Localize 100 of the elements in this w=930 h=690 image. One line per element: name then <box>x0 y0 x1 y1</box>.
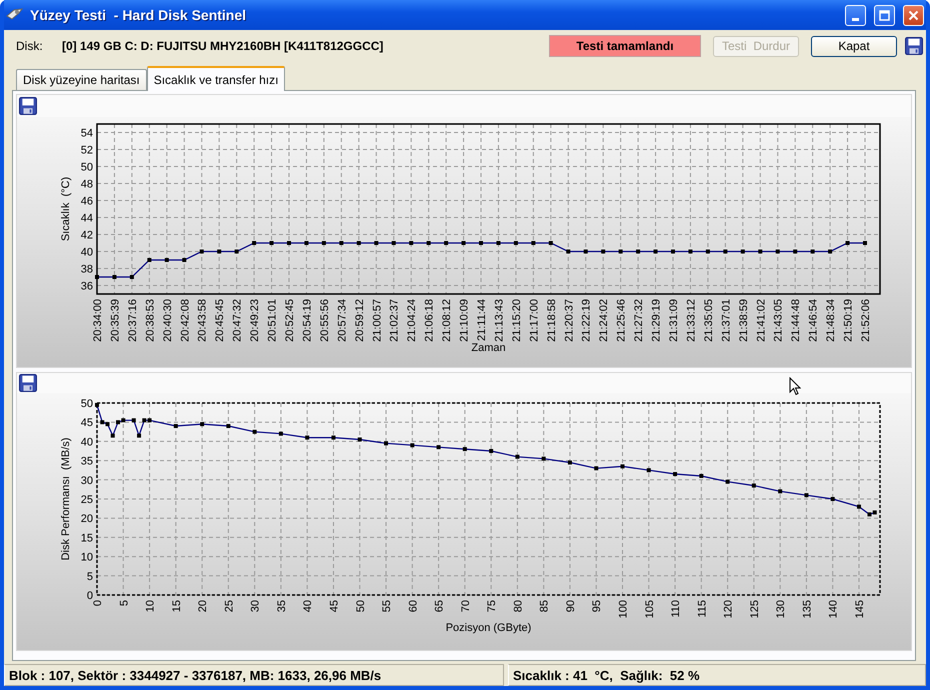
status-text: Blok : 107, Sektör : 3344927 - 3376187, MB: 1633, 26,96 MB/s <box>4 664 504 686</box>
tick-label: 21:37:01 <box>720 299 732 342</box>
tick-label: 21:06:18 <box>424 299 436 342</box>
tick-label: 90 <box>564 600 577 612</box>
tick-label: 30 <box>80 474 93 487</box>
tick-label: 40 <box>80 246 93 258</box>
tick-label: 45 <box>328 600 340 612</box>
disk-name: [0] 149 GB C: D: FUJITSU MHY2160BH [K411T812GGCC] <box>62 39 384 53</box>
tick-label: 5 <box>86 570 93 583</box>
tick-label: 20 <box>197 600 210 612</box>
minimize-button[interactable] <box>845 4 866 26</box>
tick-label: 42 <box>80 230 93 242</box>
tick-label: 21:17:00 <box>528 299 540 342</box>
tick-label: 21:18:58 <box>546 299 558 342</box>
disk-label: Disk: <box>16 39 44 53</box>
tick-label: 21:11:44 <box>476 299 488 342</box>
tick-label: 21:15:20 <box>510 299 523 342</box>
tick-label: 40 <box>80 436 93 448</box>
axis-title: Pozisyon (GByte) <box>446 622 532 634</box>
tick-label: 130 <box>775 600 788 618</box>
tick-label: 70 <box>460 600 472 612</box>
status-text: Sıcaklık : 41 °C, Sağlık: 52 % <box>508 664 926 686</box>
window-title: Yüzey Testi - Hard Disk Sentinel <box>30 7 248 23</box>
tick-label: 25 <box>80 494 93 506</box>
tick-label: 21:02:37 <box>388 299 401 342</box>
tab[interactable]: Sıcaklık ve transfer hızı <box>146 66 286 91</box>
tick-label: 145 <box>854 600 866 618</box>
status-indicator: Testi tamamlandı <box>549 35 701 57</box>
tick-label: 20:37:16 <box>126 299 139 342</box>
tick-label: 21:22:19 <box>580 299 593 342</box>
tick-label: 20:59:12 <box>354 299 366 342</box>
tick-label: 60 <box>407 600 420 612</box>
tick-label: 20:34:00 <box>92 299 104 342</box>
tick-label: 21:50:19 <box>842 299 855 342</box>
close-button[interactable] <box>903 4 924 26</box>
tick-label: 44 <box>80 212 93 224</box>
maximize-button[interactable] <box>874 4 895 26</box>
tick-label: 15 <box>80 532 93 544</box>
tick-label: 21:41:02 <box>755 299 768 342</box>
tick-label: 25 <box>223 600 236 612</box>
tick-label: 100 <box>618 600 630 618</box>
tick-label: 21:25:46 <box>616 299 628 342</box>
tick-label: 21:29:19 <box>650 299 663 342</box>
tick-label: 115 <box>696 600 708 618</box>
tick-label: 21:33:12 <box>685 299 698 342</box>
tick-label: 50 <box>354 600 367 612</box>
tick-label: 52 <box>80 144 93 156</box>
tick-label: 21:04:24 <box>406 299 418 342</box>
close-icon <box>908 10 919 20</box>
tick-label: 48 <box>80 178 93 190</box>
tick-label: 75 <box>486 600 498 612</box>
axis-title: Zaman <box>471 342 506 354</box>
tick-label: 35 <box>80 456 93 468</box>
tick-label: 20:45:45 <box>214 299 226 342</box>
tick-label: 30 <box>250 600 262 612</box>
tick-label: 50 <box>80 162 93 174</box>
tick-label: 46 <box>80 196 93 208</box>
tick-label: 120 <box>722 600 735 618</box>
save-icon[interactable] <box>905 37 923 55</box>
tick-label: 5 <box>118 600 130 606</box>
tab[interactable]: Disk yüzeyine haritası <box>16 69 147 90</box>
tick-label: 21:46:54 <box>808 299 820 342</box>
tick-label: 21:10:09 <box>458 299 471 342</box>
tick-label: 21:52:06 <box>860 299 872 342</box>
tick-label: 21:08:12 <box>441 299 454 342</box>
tick-label: 21:31:09 <box>668 299 680 342</box>
tick-label: 135 <box>801 600 814 618</box>
axis-title: Sıcaklık (°C) <box>60 176 72 242</box>
tick-label: 45 <box>80 417 93 430</box>
tick-label: 21:48:34 <box>825 299 838 342</box>
tick-label: 20:40:30 <box>162 299 174 342</box>
tick-label: 21:27:32 <box>633 299 646 342</box>
tick-label: 36 <box>80 280 93 292</box>
tick-label: 21:20:37 <box>563 299 576 342</box>
tick-label: 20:55:56 <box>318 299 331 342</box>
tick-label: 20:47:32 <box>232 299 244 342</box>
tick-label: 20:43:58 <box>196 299 209 342</box>
tick-label: 20:54:19 <box>301 299 314 342</box>
tick-label: 20:51:01 <box>266 299 279 342</box>
save-icon[interactable] <box>19 374 37 392</box>
tick-label: 20:49:23 <box>249 299 262 342</box>
tick-label: 15 <box>170 600 183 612</box>
tick-label: 21:24:02 <box>598 299 610 342</box>
tick-label: 21:35:05 <box>702 299 715 342</box>
axis-title: Disk Performansı (MB/s) <box>60 438 72 560</box>
tick-label: 10 <box>80 552 93 564</box>
tick-label: 95 <box>591 600 604 612</box>
tick-label: 54 <box>80 128 93 140</box>
tick-label: 21:38:59 <box>738 299 750 342</box>
tick-label: 80 <box>512 600 524 612</box>
tick-label: 20 <box>80 513 93 526</box>
save-icon[interactable] <box>19 97 37 115</box>
tick-label: 38 <box>80 264 93 276</box>
tick-label: 85 <box>538 600 551 612</box>
tick-label: 50 <box>80 398 93 410</box>
minimize-icon <box>852 18 859 20</box>
tick-label: 125 <box>748 600 761 618</box>
tick-label: 0 <box>86 590 93 602</box>
tick-label: 21:00:57 <box>371 299 384 342</box>
close-dialog-button[interactable]: Kapat <box>811 36 897 56</box>
